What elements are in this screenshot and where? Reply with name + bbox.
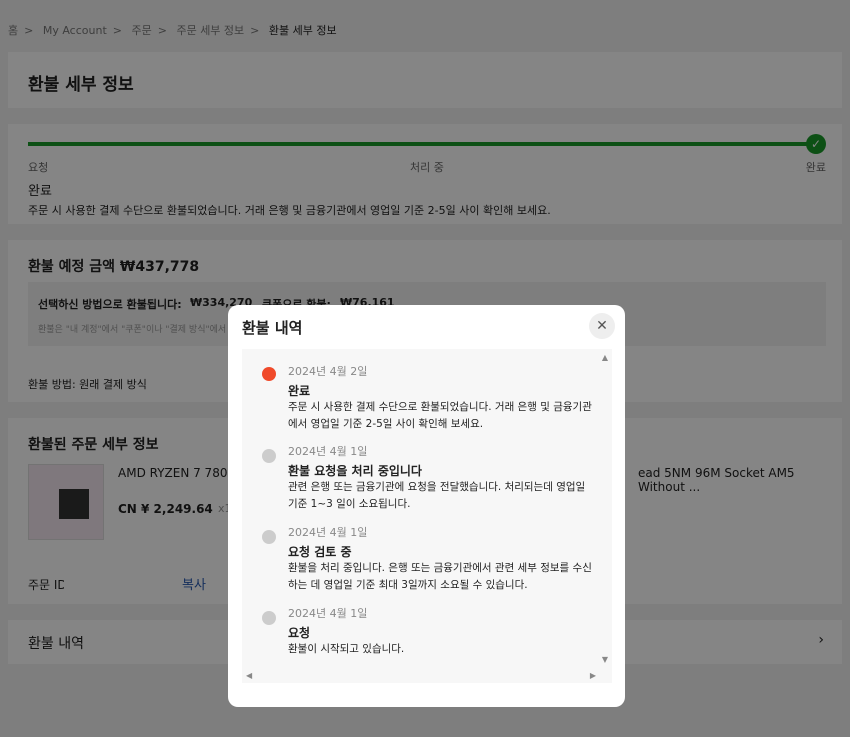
history-item: 2024년 4월 2일 완료 주문 시 사용한 결제 수단으로 환불되었습니다.… [288,363,598,433]
timeline-dot-active [262,367,276,381]
event-status: 환불 요청을 처리 중입니다 [288,464,422,478]
event-desc: 관련 은행 또는 금융기관에 요청을 전달했습니다. 처리되는데 영업일 기준 … [288,481,586,510]
timeline-dot [262,611,276,625]
refund-history-modal: 환불 내역 ✕ 2024년 4월 2일 완료 주문 시 사용한 결제 수단으로 … [228,305,625,707]
scroll-down-icon[interactable]: ▼ [602,655,608,664]
event-date: 2024년 4월 2일 [288,365,368,378]
modal-title: 환불 내역 [242,319,303,337]
timeline-dot [262,449,276,463]
event-status: 요청 검토 중 [288,545,352,559]
history-item: 2024년 4월 1일 환불 요청을 처리 중입니다 관련 은행 또는 금융기관… [288,443,598,513]
event-desc: 환불이 시작되고 있습니다. [288,643,405,655]
close-icon[interactable]: ✕ [589,313,615,339]
event-desc: 환불을 처리 중입니다. 은행 또는 금융기관에서 관련 세부 정보를 수신하는… [288,562,592,591]
event-status: 완료 [288,384,311,398]
scroll-left-icon[interactable]: ◀ [246,671,252,680]
scroll-up-icon[interactable]: ▲ [602,353,608,362]
history-item: 2024년 4월 1일 요청 환불이 시작되고 있습니다. [288,605,598,658]
scroll-right-icon[interactable]: ▶ [590,671,596,680]
history-list[interactable]: 2024년 4월 2일 완료 주문 시 사용한 결제 수단으로 환불되었습니다.… [242,349,612,683]
history-item: 2024년 4월 1일 요청 검토 중 환불을 처리 중입니다. 은행 또는 금… [288,524,598,594]
event-status: 요청 [288,626,311,640]
event-desc: 주문 시 사용한 결제 수단으로 환불되었습니다. 거래 은행 및 금융기관에서… [288,401,592,430]
event-date: 2024년 4월 1일 [288,445,368,458]
timeline-dot [262,530,276,544]
event-date: 2024년 4월 1일 [288,526,368,539]
event-date: 2024년 4월 1일 [288,607,368,620]
